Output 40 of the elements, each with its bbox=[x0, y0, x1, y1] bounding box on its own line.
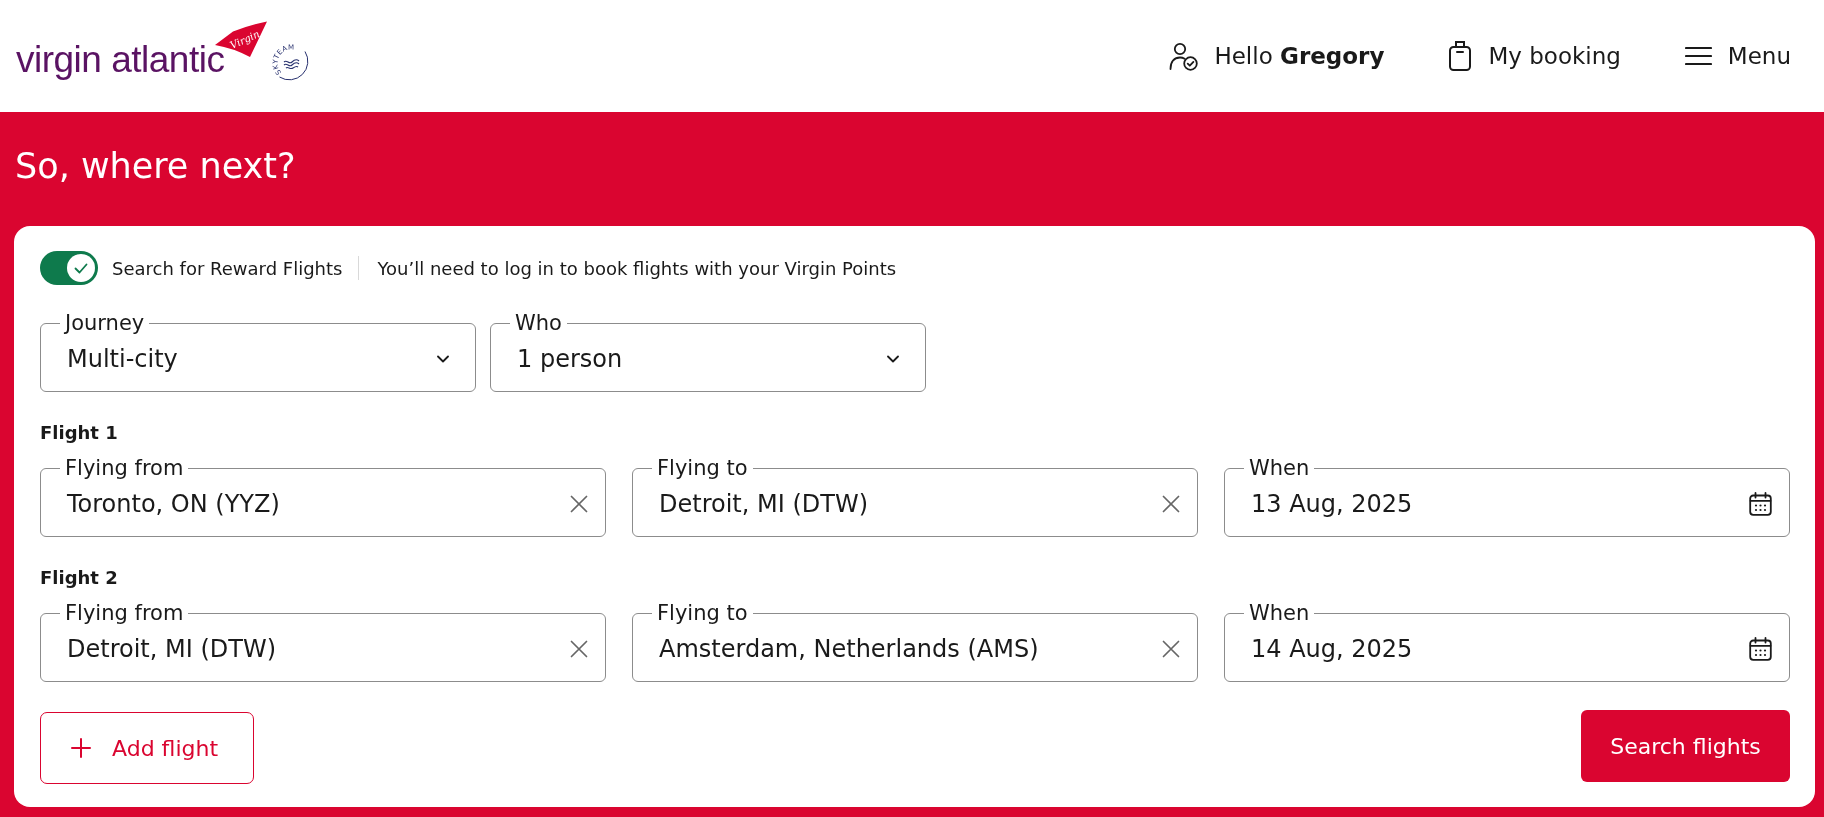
clear-icon[interactable] bbox=[1162, 639, 1180, 658]
date-field[interactable]: When 14 Aug, 2025 bbox=[1224, 602, 1790, 682]
page-heading: So, where next? bbox=[15, 146, 296, 186]
dropdown-field[interactable]: Journey Multi-city bbox=[40, 312, 476, 392]
field-label: When bbox=[1248, 457, 1311, 479]
field-label: Flying from bbox=[64, 602, 185, 624]
plus-icon bbox=[71, 738, 91, 758]
airport-field[interactable]: Flying from Toronto, ON (YYZ) bbox=[40, 457, 606, 537]
airport-field[interactable]: Flying to Amsterdam, Netherlands (AMS) bbox=[632, 602, 1198, 682]
date-field[interactable]: When 13 Aug, 2025 bbox=[1224, 457, 1790, 537]
toggle-label: Search for Reward Flights bbox=[112, 256, 343, 281]
info-text: You’ll need to log in to book flights with your Virgin Points bbox=[377, 256, 897, 281]
field-label: When bbox=[1248, 602, 1311, 624]
clear-icon[interactable] bbox=[570, 639, 588, 658]
chevron-down-icon bbox=[887, 354, 899, 363]
menu-button[interactable]: Menu bbox=[1684, 38, 1791, 74]
clear-icon[interactable] bbox=[570, 494, 588, 513]
suitcase-icon bbox=[1448, 40, 1473, 72]
airport-field[interactable]: Flying from Detroit, MI (DTW) bbox=[40, 602, 606, 682]
chevron-down-icon bbox=[437, 354, 449, 363]
field-label: Who bbox=[514, 312, 563, 334]
airport-field[interactable]: Flying to Detroit, MI (DTW) bbox=[632, 457, 1198, 537]
dropdown-field[interactable]: Who 1 person bbox=[490, 312, 926, 392]
clear-icon[interactable] bbox=[1162, 494, 1180, 513]
toggle-switch[interactable] bbox=[40, 251, 98, 285]
field-label: Flying from bbox=[64, 457, 185, 479]
add-flight-button[interactable]: Add flight bbox=[40, 712, 254, 784]
field-label: Flying to bbox=[656, 602, 749, 624]
user-check-icon bbox=[1168, 41, 1199, 71]
flight-heading: Flight 1 bbox=[40, 422, 118, 444]
check-icon bbox=[74, 262, 88, 274]
calendar-icon[interactable] bbox=[1749, 636, 1772, 661]
menu-icon bbox=[1684, 46, 1712, 66]
my-booking-link[interactable]: My booking bbox=[1448, 38, 1621, 74]
calendar-icon[interactable] bbox=[1749, 491, 1772, 516]
search-flights-button[interactable]: Search flights bbox=[1581, 710, 1790, 782]
flight-heading: Flight 2 bbox=[40, 567, 118, 589]
account-link[interactable]: Hello Gregory bbox=[1168, 38, 1385, 74]
field-label: Flying to bbox=[656, 457, 749, 479]
field-label: Journey bbox=[63, 312, 146, 334]
